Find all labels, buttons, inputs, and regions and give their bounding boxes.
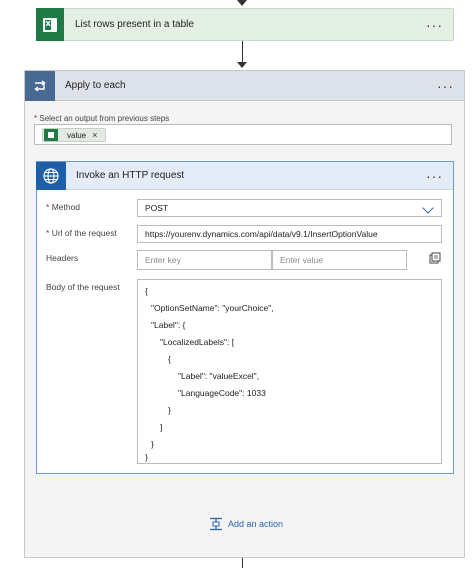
body-line: ] bbox=[160, 422, 163, 432]
http-request-title: Invoke an HTTP request bbox=[76, 170, 185, 181]
headers-label: Headers bbox=[46, 253, 79, 263]
connector-arrow-top bbox=[237, 0, 247, 6]
connector-arrow-middle bbox=[237, 62, 247, 68]
excel-icon bbox=[44, 129, 58, 141]
list-rows-step-card[interactable]: List rows present in a table ··· bbox=[36, 8, 454, 41]
header-value-placeholder: Enter value bbox=[280, 255, 323, 265]
connector-middle bbox=[242, 41, 243, 63]
body-line: } bbox=[151, 439, 154, 449]
token-remove-icon[interactable]: × bbox=[92, 130, 97, 140]
add-an-action-label: Add an action bbox=[228, 519, 284, 529]
excel-icon bbox=[36, 8, 64, 41]
chevron-down-icon[interactable] bbox=[422, 202, 434, 214]
switch-to-text-mode-icon[interactable] bbox=[429, 252, 441, 266]
required-marker: * bbox=[46, 228, 50, 238]
list-rows-more-button[interactable]: ··· bbox=[426, 18, 443, 32]
url-label-text: Url of the request bbox=[51, 228, 117, 238]
url-value: https://yourenv.dynamics.com/api/data/v9… bbox=[145, 229, 378, 239]
body-line: "OptionSetName": "yourChoice", bbox=[151, 303, 274, 313]
method-value: POST bbox=[145, 203, 169, 213]
method-select[interactable]: POST bbox=[137, 199, 442, 217]
token-label: value bbox=[67, 130, 87, 140]
body-textarea[interactable]: { "OptionSetName": "yourChoice", "Label"… bbox=[137, 279, 442, 464]
select-output-label: * Select an output from previous steps bbox=[34, 114, 169, 123]
loop-icon bbox=[25, 70, 55, 101]
apply-to-each-more-button[interactable]: ··· bbox=[437, 79, 454, 93]
add-an-action-button[interactable]: Add an action bbox=[209, 517, 283, 531]
url-label: * Url of the request bbox=[46, 228, 117, 238]
list-rows-step-title: List rows present in a table bbox=[75, 19, 194, 30]
globe-icon bbox=[36, 161, 66, 190]
header-key-input[interactable]: Enter key bbox=[137, 250, 272, 270]
body-label: Body of the request bbox=[46, 282, 120, 292]
connector-bottom bbox=[242, 558, 243, 568]
apply-to-each-title: Apply to each bbox=[65, 80, 126, 91]
value-token[interactable]: value × bbox=[42, 128, 106, 142]
http-request-card: Invoke an HTTP request ··· * Method POST… bbox=[36, 161, 454, 474]
body-line: "LanguageCode": 1033 bbox=[178, 388, 266, 398]
url-input[interactable]: https://yourenv.dynamics.com/api/data/v9… bbox=[137, 225, 442, 243]
body-line: "Label": { bbox=[151, 320, 186, 330]
header-key-placeholder: Enter key bbox=[145, 255, 181, 265]
body-line: } bbox=[145, 452, 148, 462]
required-marker: * bbox=[34, 114, 38, 123]
body-line: "Label": "valueExcel", bbox=[178, 371, 260, 381]
body-line: { bbox=[145, 286, 148, 296]
body-line: } bbox=[168, 405, 171, 415]
apply-to-each-header[interactable]: Apply to each ··· bbox=[25, 70, 464, 101]
select-output-label-text: Select an output from previous steps bbox=[39, 114, 170, 123]
method-label: * Method bbox=[46, 202, 80, 212]
header-value-input[interactable]: Enter value bbox=[272, 250, 407, 270]
method-label-text: Method bbox=[51, 202, 81, 212]
select-output-input[interactable]: value × bbox=[34, 124, 452, 145]
http-request-header[interactable]: Invoke an HTTP request ··· bbox=[36, 161, 453, 190]
body-line: "LocalizedLabels": [ bbox=[160, 337, 235, 347]
http-request-more-button[interactable]: ··· bbox=[426, 169, 443, 183]
required-marker: * bbox=[46, 202, 50, 212]
body-line: { bbox=[168, 354, 171, 364]
apply-to-each-container: Apply to each ··· * Select an output fro… bbox=[24, 70, 465, 558]
add-action-icon bbox=[210, 517, 222, 531]
